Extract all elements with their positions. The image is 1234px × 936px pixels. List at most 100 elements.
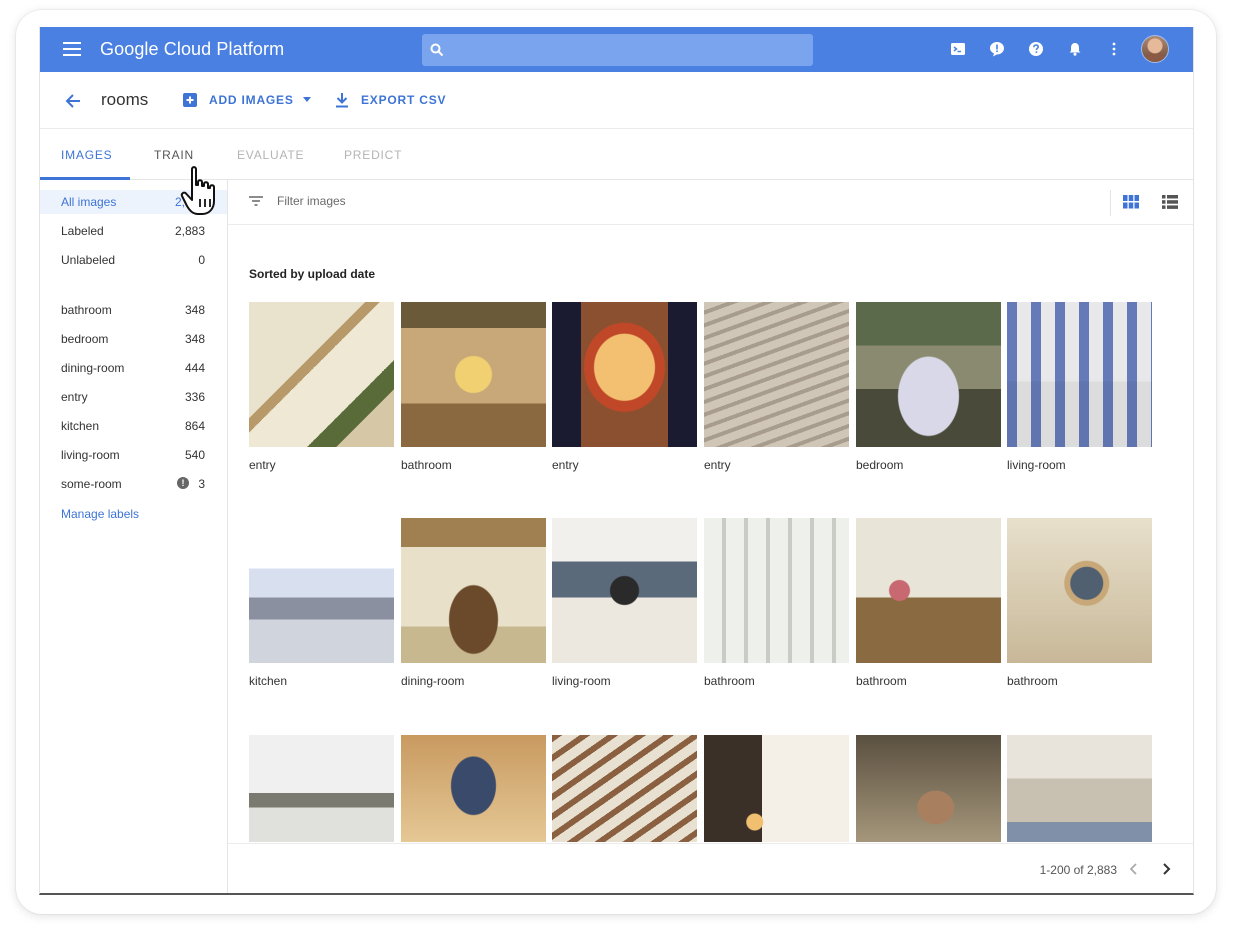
dataset-header: rooms ADD IMAGES EXPORT CSV: [40, 72, 1193, 129]
help-icon[interactable]: [1028, 41, 1044, 57]
image-card[interactable]: [552, 735, 697, 842]
image-thumbnail: [552, 302, 697, 447]
top-app-bar: Google Cloud Platform: [40, 27, 1193, 72]
filter-images-input[interactable]: [277, 194, 877, 208]
sidebar-item-unlabeled[interactable]: Unlabeled 0: [40, 248, 227, 272]
image-card[interactable]: entry: [249, 302, 394, 472]
sidebar-item-labeled[interactable]: Labeled 2,883: [40, 219, 227, 243]
sidebar-item-label: Unlabeled: [61, 253, 116, 267]
tab-evaluate: EVALUATE: [237, 148, 305, 162]
image-thumbnail: [401, 302, 546, 447]
image-thumbnail: [249, 302, 394, 447]
sidebar-item-bedroom[interactable]: bedroom 348: [40, 327, 227, 351]
sidebar-item-label: entry: [61, 390, 88, 404]
image-thumbnail: [704, 735, 849, 842]
search-bar[interactable]: [422, 34, 813, 66]
sidebar-item-label: bedroom: [61, 332, 109, 346]
dataset-name: rooms: [101, 90, 149, 109]
sidebar-item-living-room[interactable]: living-room 540: [40, 443, 227, 467]
image-label: entry: [552, 458, 579, 472]
image-thumbnail: [1007, 735, 1152, 842]
image-thumbnail: [1007, 302, 1152, 447]
export-csv-label: EXPORT CSV: [361, 93, 447, 107]
export-csv-button[interactable]: EXPORT CSV: [335, 88, 446, 112]
image-label: bathroom: [1007, 674, 1058, 688]
image-card[interactable]: dining-room: [401, 518, 546, 688]
sidebar-item-count: 3: [198, 477, 205, 491]
menu-icon[interactable]: [63, 42, 81, 56]
image-card[interactable]: kitchen: [249, 518, 394, 688]
notifications-icon[interactable]: [1067, 41, 1083, 57]
download-icon: [336, 93, 348, 108]
image-card[interactable]: bathroom: [401, 302, 546, 472]
sidebar-item-dining-room[interactable]: dining-room 444: [40, 356, 227, 380]
label-sidebar: All images 2,883 Labeled 2,883 Unlabeled…: [40, 180, 228, 893]
search-icon: [430, 43, 444, 57]
image-label: bathroom: [401, 458, 452, 472]
divider: [1110, 190, 1111, 216]
image-card[interactable]: [856, 735, 1001, 842]
filter-icon: [249, 196, 263, 206]
add-images-label: ADD IMAGES: [209, 93, 294, 107]
image-thumbnail: [1007, 518, 1152, 663]
image-label: dining-room: [401, 674, 465, 688]
image-card[interactable]: bedroom: [856, 302, 1001, 472]
chevron-left-icon[interactable]: [1127, 862, 1141, 876]
grid-view-icon[interactable]: [1123, 195, 1139, 209]
hand-cursor-icon: [180, 166, 215, 215]
sidebar-item-count: 444: [184, 361, 205, 375]
more-vert-icon[interactable]: [1106, 41, 1122, 57]
image-thumbnail: [249, 518, 394, 663]
image-card[interactable]: bathroom: [856, 518, 1001, 688]
list-view-icon[interactable]: [1162, 195, 1178, 209]
image-label: kitchen: [249, 674, 288, 688]
add-box-icon: [183, 93, 197, 107]
tab-images[interactable]: IMAGES: [61, 148, 112, 162]
manage-labels-link[interactable]: Manage labels: [61, 507, 139, 521]
app-title: Google Cloud Platform: [100, 39, 285, 59]
image-thumbnail: [704, 518, 849, 663]
image-thumbnail: [249, 735, 394, 842]
image-card[interactable]: [249, 735, 394, 842]
sidebar-item-some-room[interactable]: some-room ! 3: [40, 472, 227, 496]
image-card[interactable]: entry: [552, 302, 697, 472]
sidebar-item-label: living-room: [61, 448, 120, 462]
image-card[interactable]: living-room: [552, 518, 697, 688]
image-label: bedroom: [856, 458, 904, 472]
sort-label: Sorted by upload date: [249, 267, 376, 281]
image-card[interactable]: [401, 735, 546, 842]
tab-predict: PREDICT: [344, 148, 403, 162]
back-arrow-icon[interactable]: [64, 92, 82, 110]
image-thumbnail: [856, 735, 1001, 842]
image-label: entry: [249, 458, 276, 472]
sidebar-item-entry[interactable]: entry 336: [40, 385, 227, 409]
image-card[interactable]: [1007, 735, 1152, 842]
image-thumbnail: [704, 302, 849, 447]
image-card[interactable]: entry: [704, 302, 849, 472]
image-label: entry: [704, 458, 731, 472]
tab-train[interactable]: TRAIN: [154, 148, 194, 162]
image-browser: Sorted by upload date entry bathroom ent…: [228, 180, 1193, 893]
image-card[interactable]: bathroom: [1007, 518, 1152, 688]
sidebar-item-label: All images: [61, 195, 117, 209]
image-thumbnail: [552, 518, 697, 663]
search-input[interactable]: [452, 40, 802, 60]
sidebar-item-kitchen[interactable]: kitchen 864: [40, 414, 227, 438]
sidebar-item-bathroom[interactable]: bathroom 348: [40, 298, 227, 322]
sidebar-item-label: bathroom: [61, 303, 112, 317]
image-thumbnail: [401, 735, 546, 842]
image-thumbnail: [401, 518, 546, 663]
image-card[interactable]: living-room: [1007, 302, 1152, 472]
sidebar-item-count: 2,883: [174, 224, 205, 238]
chevron-right-icon[interactable]: [1159, 862, 1173, 876]
add-images-button[interactable]: ADD IMAGES: [183, 88, 312, 112]
pagination-bar: 1-200 of 2,883: [228, 843, 1193, 893]
image-card[interactable]: [704, 735, 849, 842]
image-thumbnail: [856, 518, 1001, 663]
feedback-icon[interactable]: [989, 41, 1005, 57]
pagination-info: 1-200 of 2,883: [1039, 863, 1117, 877]
image-label: bathroom: [856, 674, 907, 688]
avatar[interactable]: [1141, 35, 1169, 63]
cloud-shell-icon[interactable]: [950, 41, 966, 57]
image-card[interactable]: bathroom: [704, 518, 849, 688]
